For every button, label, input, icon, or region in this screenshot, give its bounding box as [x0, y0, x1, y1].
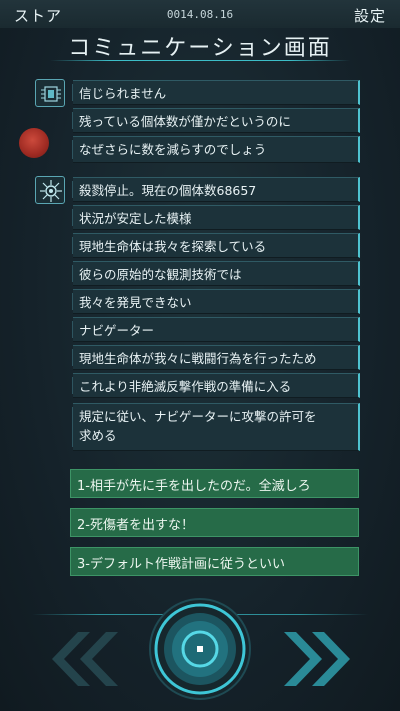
title-area: コミュニケーション画面	[0, 28, 400, 64]
choice-option-1[interactable]: 1-相手が先に手を出したのだ。全滅しろ	[70, 469, 359, 498]
alien-message: なぜさらに数を減らすのでしょう	[72, 136, 360, 163]
navigator-message: これより非絶滅反撃作戦の準備に入る	[72, 373, 360, 398]
navigator-message: 彼らの原始的な観測技術では	[72, 261, 360, 286]
alien-avatar	[19, 128, 49, 158]
navigator-message: 現地生命体は我々を探索している	[72, 233, 360, 258]
navigator-message: 現地生命体が我々に戦闘行為を行ったため	[72, 345, 360, 370]
title-divider	[50, 60, 350, 61]
center-ring-button[interactable]	[148, 597, 252, 705]
alien-message: 残っている個体数が僅かだというのに	[72, 108, 360, 133]
communication-screen: ストア 0014.08.16 設定 コミュニケーション画面 信じられません 残っ…	[0, 0, 400, 711]
navigator-message-multiline: 規定に従い、ナビゲーターに攻撃の許可を 求める	[72, 403, 360, 451]
settings-button[interactable]: 設定	[354, 5, 386, 26]
navigator-message: 殺戮停止。現在の個体数68657	[72, 177, 360, 202]
top-bar: ストア 0014.08.16 設定	[0, 0, 400, 28]
virus-icon	[35, 176, 65, 204]
choice-option-2[interactable]: 2-死傷者を出すな！	[70, 508, 359, 537]
double-chevron-right-icon[interactable]	[282, 630, 364, 692]
store-button[interactable]: ストア	[14, 5, 62, 26]
navigator-message: 状況が安定した模様	[72, 205, 360, 230]
message-line: 求める	[79, 428, 117, 443]
microchip-icon	[35, 79, 65, 107]
message-line: 規定に従い、ナビゲーターに攻撃の許可を	[79, 409, 317, 424]
alien-message: 信じられません	[72, 80, 360, 105]
page-title: コミュニケーション画面	[68, 36, 332, 61]
navigator-message: 我々を発見できない	[72, 289, 360, 314]
navigator-message: ナビゲーター	[72, 317, 360, 342]
double-chevron-left-icon[interactable]	[38, 630, 120, 692]
choice-option-3[interactable]: 3-デフォルト作戦計画に従うといい	[70, 547, 359, 576]
